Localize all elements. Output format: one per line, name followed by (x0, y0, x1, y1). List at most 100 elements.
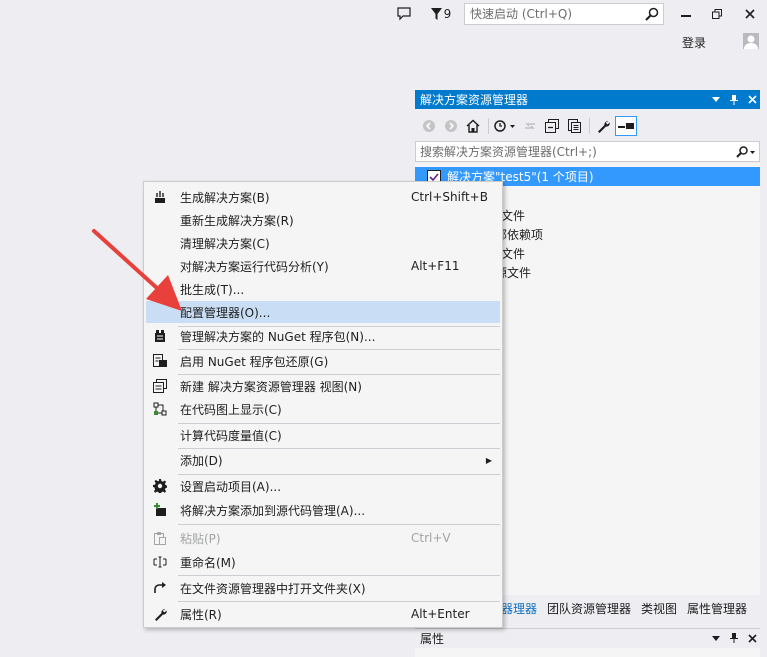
solution-explorer-title: 解决方案资源管理器 (420, 93, 529, 107)
open-folder-arrow-icon (146, 577, 174, 599)
pin-icon[interactable] (726, 92, 742, 108)
solution-explorer-search[interactable] (415, 141, 760, 162)
tree-item[interactable]: 文件 (501, 244, 525, 263)
preview-selected-icon[interactable] (615, 115, 637, 136)
rename-icon (146, 551, 174, 573)
new-view-icon (146, 375, 174, 397)
menu-item-shortcut: Ctrl+V (411, 531, 451, 545)
menu-item-properties[interactable]: 属性(R) Alt+Enter (146, 603, 500, 625)
quick-launch-box[interactable] (464, 3, 664, 25)
menu-item-set-startup-projects[interactable]: 设置启动项目(A)... (146, 475, 500, 497)
tab-class-view[interactable]: 类视图 (636, 597, 682, 619)
search-icon[interactable] (641, 7, 663, 21)
feedback-filter[interactable]: 9 (428, 6, 454, 22)
pin-icon[interactable] (726, 630, 742, 646)
tree-item[interactable]: 文件 (501, 206, 525, 225)
menu-item-label: 在文件资源管理器中打开文件夹(X) (180, 581, 366, 596)
menu-item-label: 对解决方案运行代码分析(Y) (180, 259, 329, 274)
menu-item-manage-nuget[interactable]: 管理解决方案的 NuGet 程序包(N)... (146, 325, 500, 347)
menu-item-batch-build[interactable]: 批生成(T)... (146, 278, 500, 300)
toolbar-separator (589, 117, 590, 134)
menu-item-shortcut: Alt+Enter (411, 607, 470, 621)
menu-item-paste[interactable]: 粘贴(P) Ctrl+V (146, 527, 500, 549)
dropdown-icon[interactable] (708, 92, 724, 108)
menu-item-label: 粘贴(P) (180, 531, 221, 546)
build-icon (146, 186, 174, 208)
menu-item-add[interactable]: 添加(D) ▶ (146, 449, 500, 471)
solution-explorer-toolbar (415, 112, 760, 139)
properties-title: 属性 (420, 631, 445, 646)
close-icon[interactable] (744, 92, 760, 108)
menu-item-label: 计算代码度量值(C) (180, 428, 282, 443)
menu-item-clean-solution[interactable]: 清理解决方案(C) (146, 232, 500, 254)
menu-item-run-code-analysis[interactable]: 对解决方案运行代码分析(Y) Alt+F11 (146, 255, 500, 277)
menu-item-build-solution[interactable]: 生成解决方案(B) Ctrl+Shift+B (146, 186, 500, 208)
home-icon[interactable] (463, 116, 483, 136)
dropdown-icon[interactable] (708, 630, 724, 646)
quick-launch-input[interactable] (465, 5, 641, 23)
menu-item-label: 属性(R) (180, 607, 222, 622)
minimize-icon (681, 15, 691, 17)
menu-separator (178, 524, 500, 525)
tab-team-explorer[interactable]: 团队资源管理器 (542, 597, 636, 619)
menu-item-label: 新建 解决方案资源管理器 视图(N) (180, 379, 362, 394)
menu-item-label: 启用 NuGet 程序包还原(G) (180, 354, 329, 369)
restore-icon (712, 9, 722, 19)
minimize-button[interactable] (672, 4, 700, 24)
toolbar-separator (488, 117, 489, 134)
restore-button[interactable] (703, 4, 731, 24)
menu-item-new-explorer-view[interactable]: 新建 解决方案资源管理器 视图(N) (146, 375, 500, 397)
history-dropdown-icon[interactable] (492, 116, 518, 136)
menu-item-enable-package-restore[interactable]: 启用 NuGet 程序包还原(G) (146, 350, 500, 372)
menu-separator (178, 575, 500, 576)
menu-item-label: 生成解决方案(B) (180, 190, 270, 205)
menu-item-calculate-code-metrics[interactable]: 计算代码度量值(C) (146, 424, 500, 446)
paste-icon (146, 527, 174, 549)
close-button[interactable] (736, 4, 764, 24)
context-menu: 生成解决方案(B) Ctrl+Shift+B 重新生成解决方案(R) 清理解决方… (143, 181, 503, 628)
menu-item-label: 在代码图上显示(C) (180, 402, 282, 417)
menu-item-label: 重命名(M) (180, 555, 236, 570)
login-link[interactable]: 登录 (682, 34, 706, 51)
avatar[interactable] (743, 33, 759, 49)
menu-item-label: 将解决方案添加到源代码管理(A)... (180, 503, 366, 518)
menu-item-rebuild-solution[interactable]: 重新生成解决方案(R) (146, 209, 500, 231)
sync-icon[interactable] (520, 116, 540, 136)
back-icon[interactable] (419, 116, 439, 136)
menu-item-add-to-source-control[interactable]: 将解决方案添加到源代码管理(A)... (146, 499, 500, 521)
menu-item-label: 管理解决方案的 NuGet 程序包(N)... (180, 329, 376, 344)
close-icon[interactable] (744, 630, 760, 646)
menu-item-label: 批生成(T)... (180, 282, 245, 297)
close-icon (745, 9, 755, 19)
tree-item-label: 文件 (501, 209, 526, 223)
tab-property-manager[interactable]: 属性管理器 (682, 597, 752, 619)
properties-panel (415, 648, 760, 657)
solution-explorer-search-input[interactable] (416, 143, 731, 160)
menu-separator (178, 601, 500, 602)
submenu-arrow-icon: ▶ (485, 455, 492, 465)
menu-item-label: 配置管理器(O)... (180, 305, 271, 320)
menu-item-shortcut: Ctrl+Shift+B (411, 190, 488, 204)
collapse-all-icon[interactable] (542, 116, 562, 136)
source-control-add-icon (146, 499, 174, 521)
package-restore-icon (146, 350, 174, 372)
user-icon (744, 35, 758, 49)
menu-item-label: 重新生成解决方案(R) (180, 213, 294, 228)
forward-icon[interactable] (441, 116, 461, 136)
notification-icon[interactable] (396, 6, 412, 22)
code-map-icon (146, 398, 174, 420)
filter-icon (430, 8, 442, 20)
menu-item-label: 添加(D) (180, 453, 223, 468)
menu-item-show-on-code-map[interactable]: 在代码图上显示(C) (146, 398, 500, 420)
show-all-files-icon[interactable] (564, 116, 584, 136)
menu-item-label: 清理解决方案(C) (180, 236, 270, 251)
properties-titlebar: 属性 (415, 628, 760, 647)
menu-item-configuration-manager[interactable]: 配置管理器(O)... (146, 301, 500, 323)
wrench-icon[interactable] (593, 116, 613, 136)
wrench-icon (146, 603, 174, 625)
menu-item-open-in-file-explorer[interactable]: 在文件资源管理器中打开文件夹(X) (146, 577, 500, 599)
filter-count: 9 (443, 7, 452, 21)
solution-explorer-titlebar: 解决方案资源管理器 (415, 90, 760, 109)
search-icon[interactable] (731, 145, 759, 158)
menu-item-rename[interactable]: 重命名(M) (146, 551, 500, 573)
